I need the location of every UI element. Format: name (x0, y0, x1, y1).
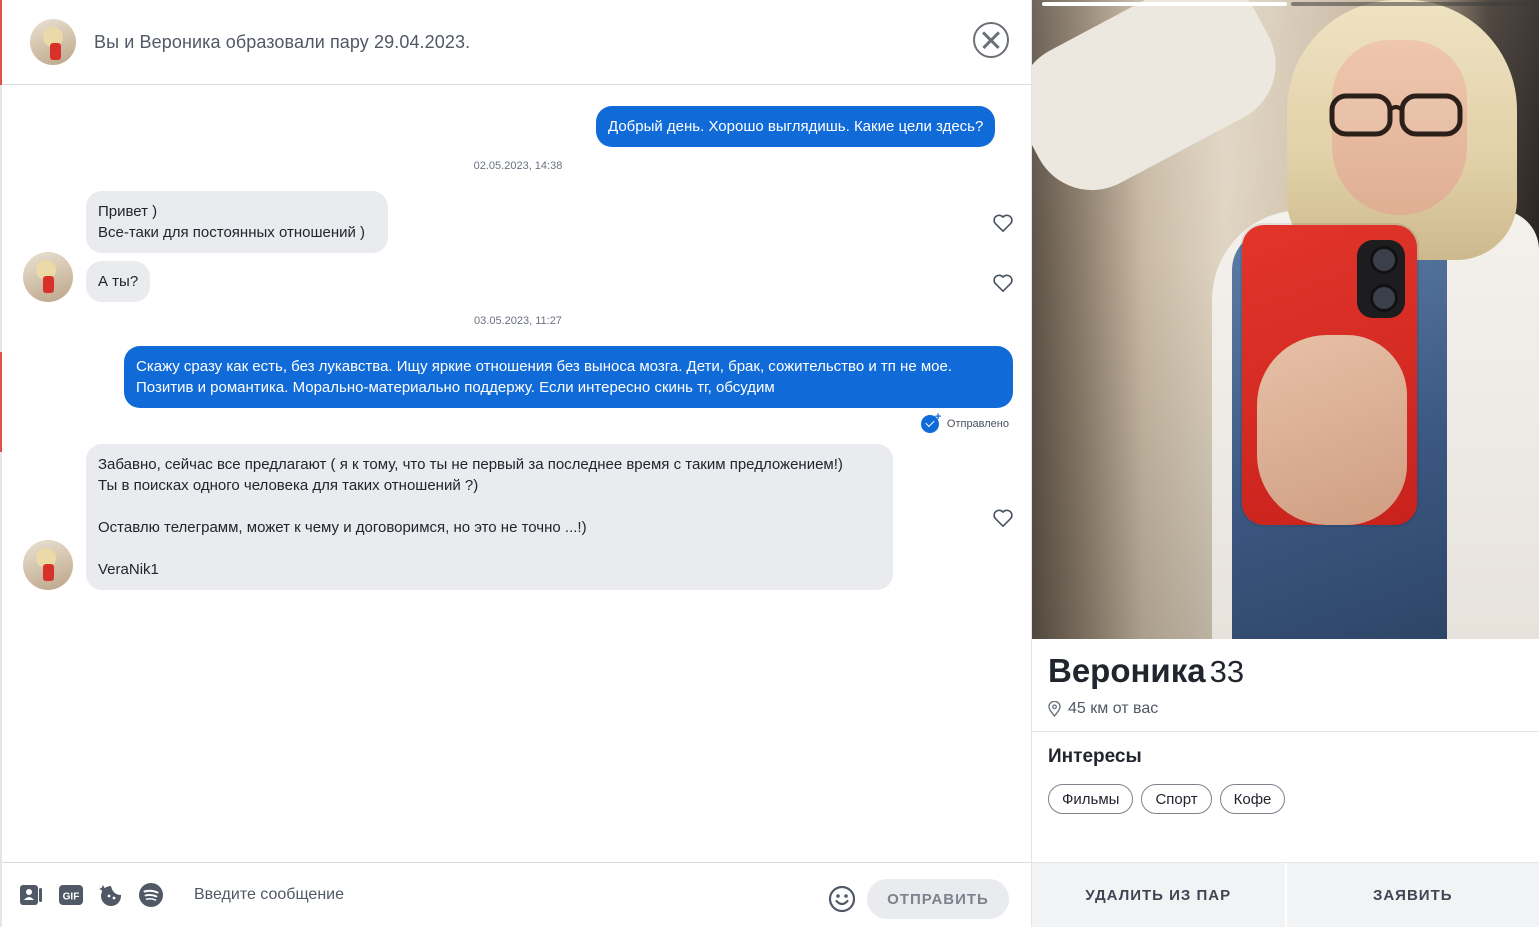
sender-avatar[interactable] (23, 540, 73, 590)
profile-age: 33 (1209, 654, 1245, 689)
svg-text:GIF: GIF (63, 892, 80, 903)
spotify-button[interactable] (138, 882, 164, 908)
profile-panel: Вероника 33 45 км от вас Интересы Фильмы … (1032, 0, 1539, 927)
delivery-status-text: Отправлено (946, 418, 1009, 430)
gif-button[interactable]: GIF (58, 882, 84, 908)
chat-header: Вы и Вероника образовали пару 29.04.2023… (2, 0, 1031, 85)
photo-indicator-active[interactable] (1042, 2, 1287, 6)
message-timestamp: 02.05.2023, 14:38 (473, 160, 563, 172)
gif-icon: GIF (59, 885, 83, 905)
profile-name: Вероника (1048, 652, 1206, 689)
incoming-message[interactable]: Привет ) Все-таки для постоянных отношен… (86, 191, 388, 253)
photo-indicator[interactable] (1291, 2, 1529, 6)
location-pin-icon (1048, 701, 1061, 717)
match-info-text: Вы и Вероника образовали пару 29.04.2023… (94, 31, 471, 52)
profile-name-line: Вероника 33 (1048, 652, 1244, 690)
interest-chip: Фильмы (1048, 784, 1134, 814)
interest-chip: Спорт (1141, 784, 1212, 814)
profile-actions: УДАЛИТЬ ИЗ ПАР ЗАЯВИТЬ (1032, 862, 1539, 927)
spotify-icon (139, 883, 163, 907)
like-heart-icon[interactable] (992, 273, 1014, 293)
like-heart-icon[interactable] (992, 213, 1014, 233)
distance-text: 45 км от вас (1068, 700, 1159, 717)
send-button[interactable]: ОТПРАВИТЬ (867, 879, 1009, 919)
contact-card-button[interactable] (18, 882, 44, 908)
message-timestamp: 03.05.2023, 11:27 (474, 315, 562, 327)
delivery-status: + Отправлено (920, 411, 1009, 433)
contact-card-icon (20, 885, 42, 905)
message-composer: GIF Введите сообщение ОТПРАВИТЬ (2, 862, 1031, 927)
app-window: Вы и Вероника образовали пару 29.04.2023… (0, 0, 1539, 927)
interests-heading: Интересы (1048, 746, 1142, 767)
incoming-message[interactable]: Забавно, сейчас все предлагают ( я к том… (86, 444, 893, 590)
interest-chip: Кофе (1219, 784, 1286, 814)
distance-row: 45 км от вас (1048, 700, 1158, 718)
sender-avatar[interactable] (23, 252, 73, 302)
unmatch-button[interactable]: УДАЛИТЬ ИЗ ПАР (1032, 863, 1285, 927)
close-chat-button[interactable] (973, 22, 1009, 58)
message-list[interactable]: Добрый день. Хорошо выглядишь. Какие цел… (2, 86, 1031, 862)
profile-photo[interactable] (1032, 0, 1539, 639)
sticker-button[interactable] (98, 882, 124, 908)
emoji-picker-icon[interactable] (828, 885, 856, 913)
sent-check-icon: + (920, 411, 941, 433)
sticker-icon (99, 885, 121, 906)
report-button[interactable]: ЗАЯВИТЬ (1284, 863, 1539, 927)
match-avatar[interactable] (30, 19, 76, 65)
photo-pager (1032, 0, 1539, 8)
outgoing-message[interactable]: Скажу сразу как есть, без лукавства. Ищу… (124, 346, 1013, 408)
interest-chips: Фильмы Спорт Кофе (1048, 784, 1286, 814)
divider (1032, 731, 1539, 732)
like-heart-icon[interactable] (992, 508, 1014, 528)
outgoing-message[interactable]: Добрый день. Хорошо выглядишь. Какие цел… (596, 106, 996, 147)
chat-panel: Вы и Вероника образовали пару 29.04.2023… (0, 0, 1032, 927)
message-input[interactable] (194, 875, 794, 915)
incoming-message[interactable]: А ты? (86, 261, 151, 302)
